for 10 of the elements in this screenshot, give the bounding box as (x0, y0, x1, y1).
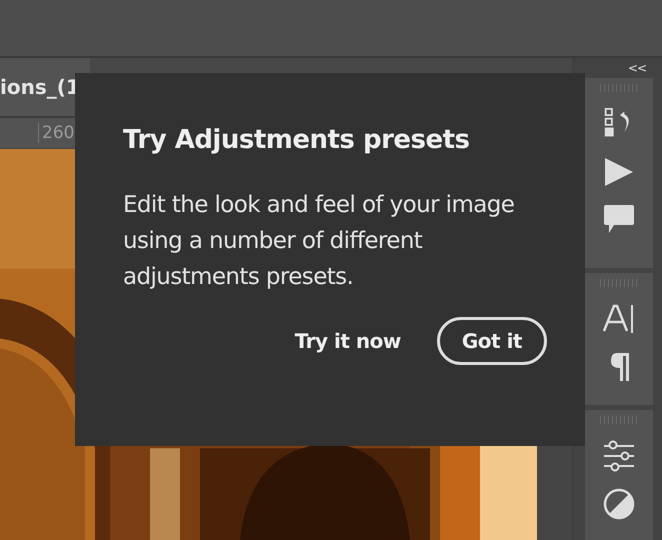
dismiss-button[interactable]: Got it (436, 317, 547, 365)
play-icon[interactable] (603, 156, 635, 188)
sliders-icon[interactable] (603, 440, 635, 472)
ruler-label: 260 (38, 123, 74, 143)
adjustment-icon[interactable] (603, 488, 635, 520)
collapse-button[interactable]: << (628, 61, 646, 75)
popup-title: Try Adjustments presets (123, 125, 471, 155)
try-button[interactable]: Try it now (294, 329, 401, 353)
character-icon[interactable] (603, 303, 635, 335)
popup-text: Edit the look and feel of your image using a number of different adjustments presets. (123, 191, 516, 292)
